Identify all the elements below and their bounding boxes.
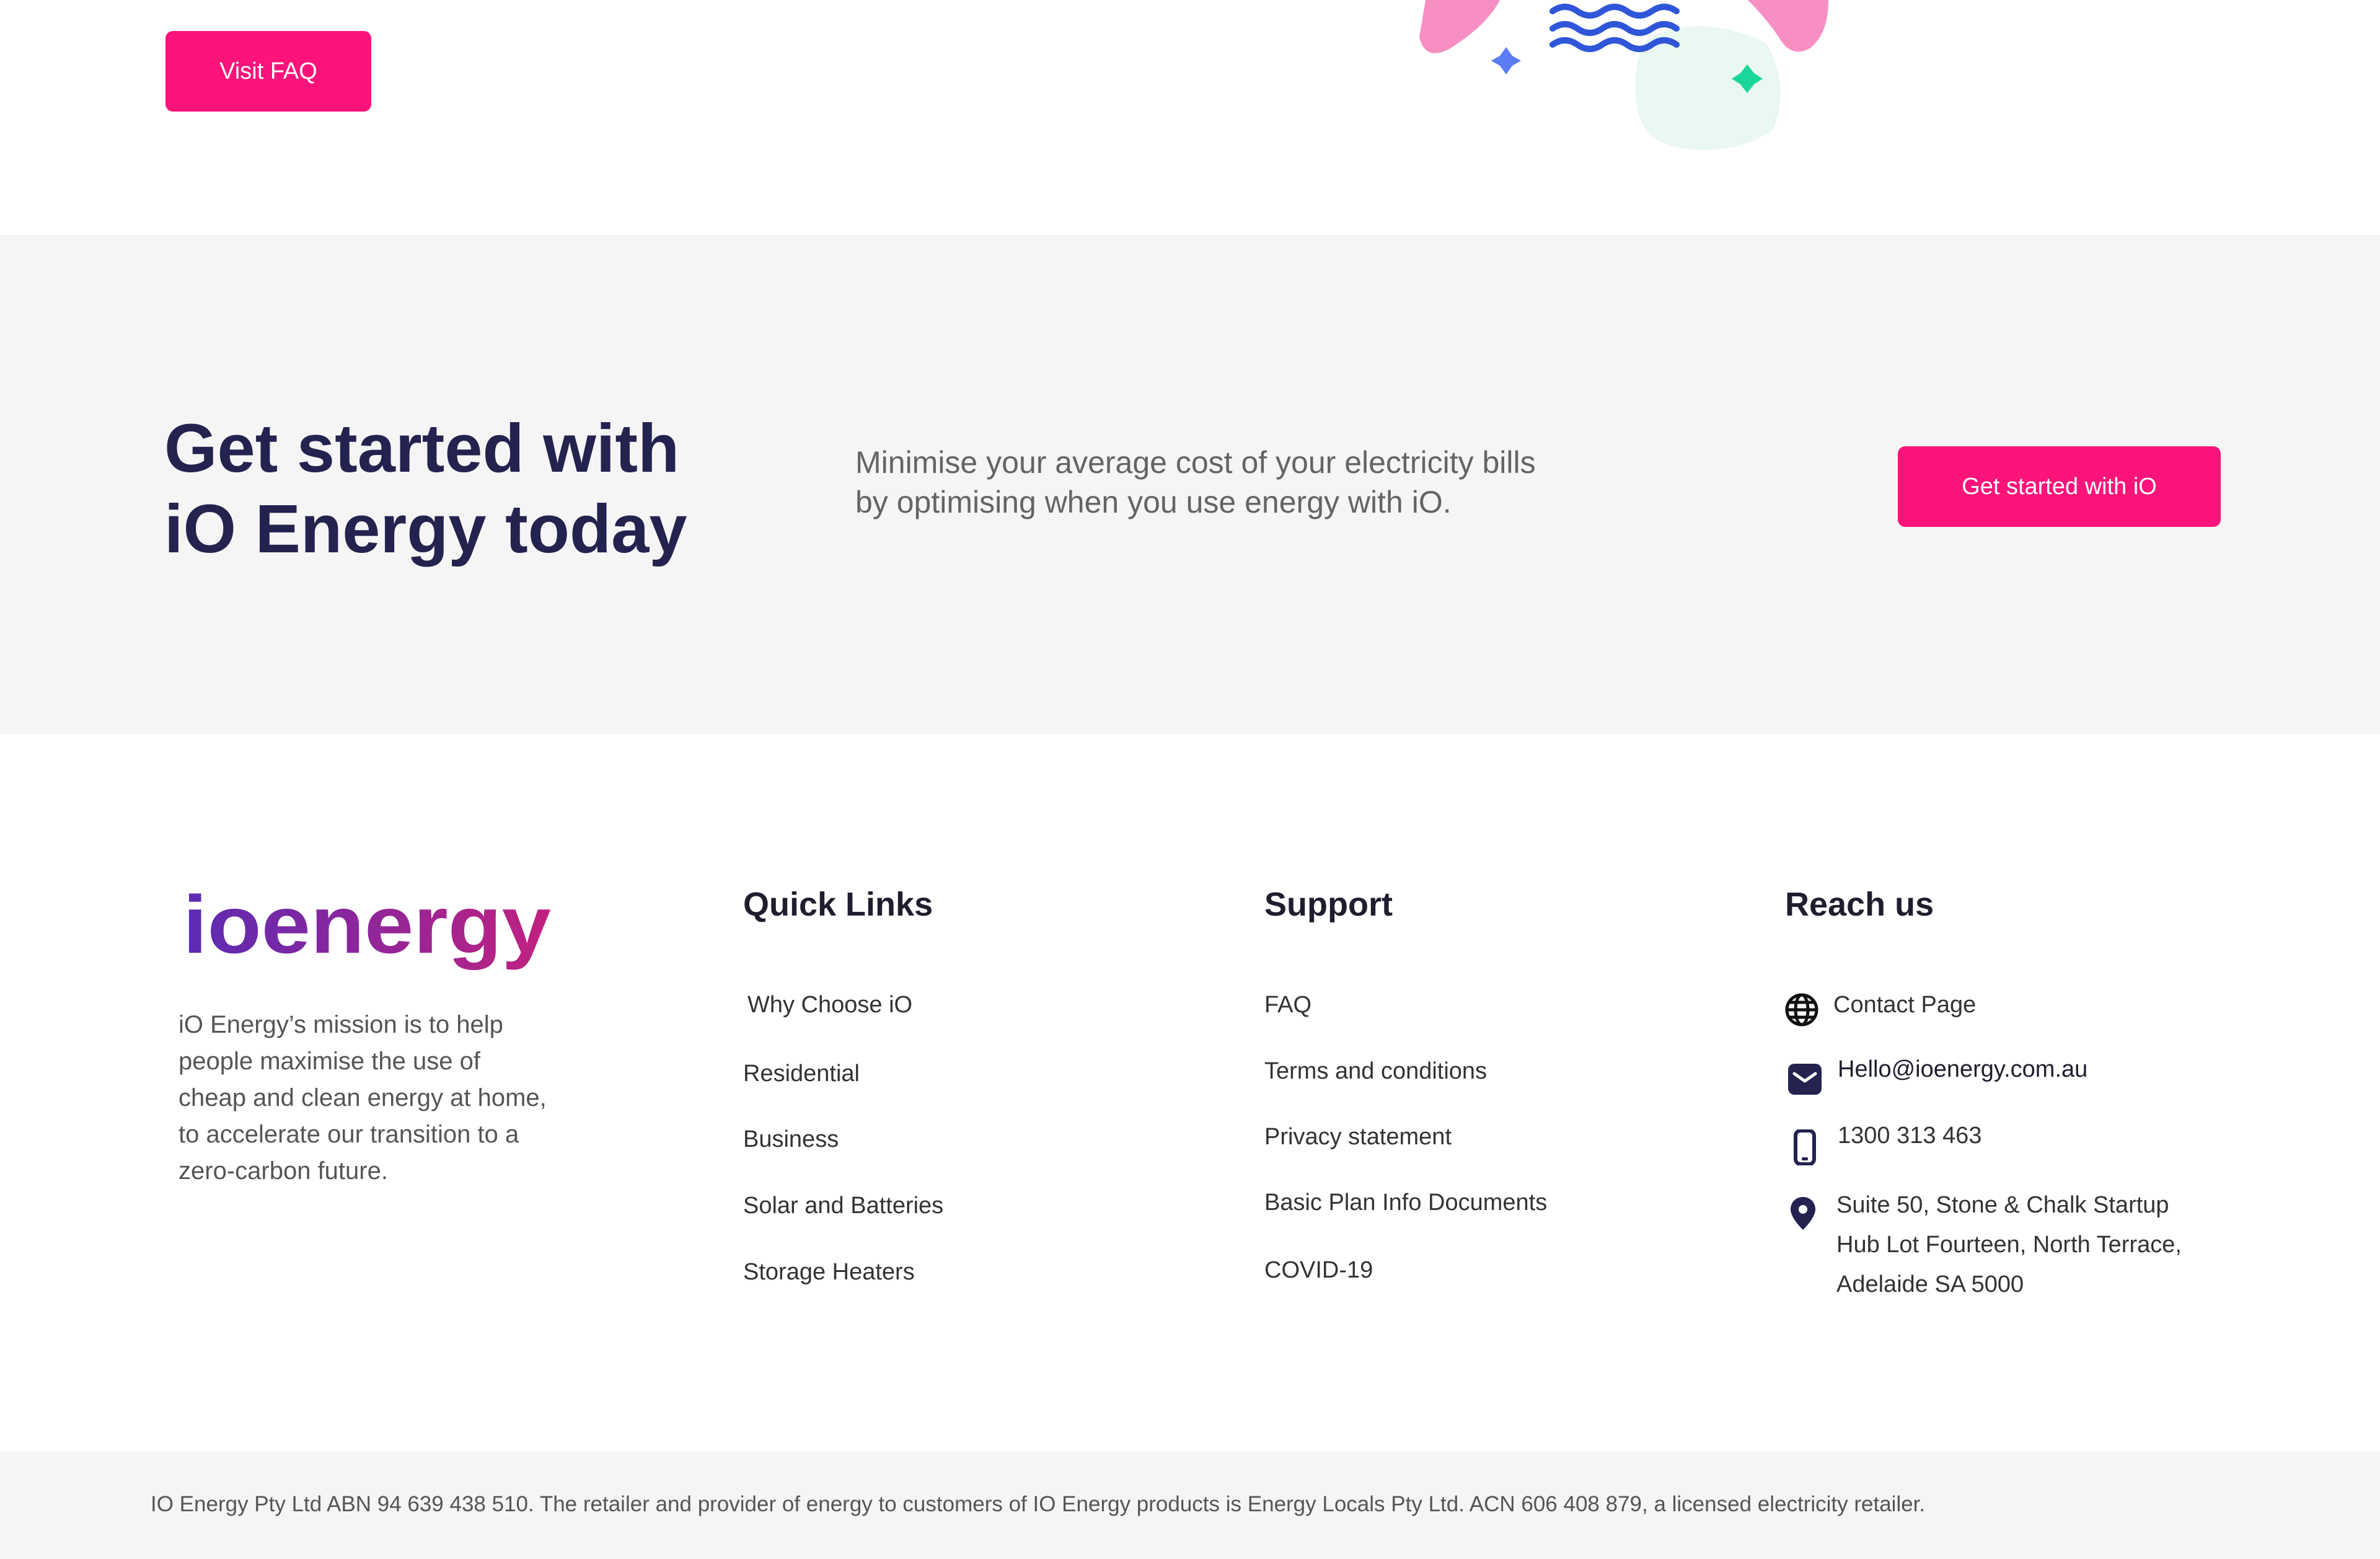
- mission-line: zero-carbon future.: [178, 1157, 388, 1185]
- banner-description: Minimise your average cost of your elect…: [855, 443, 1661, 522]
- footer-link-basic-plan-info[interactable]: Basic Plan Info Documents: [1264, 1190, 1547, 1216]
- wave-lines: [1549, 4, 1680, 52]
- phone-number-link[interactable]: 1300 313 463: [1838, 1123, 1981, 1149]
- footer-link-terms[interactable]: Terms and conditions: [1264, 1058, 1487, 1085]
- faq-section: Visit FAQ: [0, 0, 2380, 235]
- mission-line: to accelerate our transition to a: [178, 1121, 519, 1148]
- contact-page-link[interactable]: Contact Page: [1833, 992, 1976, 1018]
- decorative-illustration: [1419, 0, 1828, 150]
- globe-icon: [1785, 993, 1818, 1027]
- footer: ioenergy iO Energy’s mission is to help …: [0, 734, 2380, 1451]
- quick-links-heading: Quick Links: [743, 886, 933, 923]
- address-line: Suite 50, Stone & Chalk Startup: [1836, 1192, 2169, 1218]
- mission-line: cheap and clean energy at home,: [178, 1084, 547, 1111]
- phone-icon: [1794, 1129, 1816, 1165]
- footer-link-why-choose-io[interactable]: Why Choose iO: [747, 992, 912, 1018]
- address: Suite 50, Stone & Chalk Startup Hub Lot …: [1836, 1185, 2221, 1304]
- blue-sparkle: [1491, 47, 1521, 74]
- email-link[interactable]: Hello@ioenergy.com.au: [1838, 1056, 2087, 1083]
- mail-icon: [1788, 1064, 1822, 1095]
- get-started-button[interactable]: Get started with iO: [1898, 446, 2221, 527]
- mission-statement: iO Energy’s mission is to help people ma…: [178, 1007, 600, 1190]
- page: Visit FAQ Get started with iO Energy tod…: [0, 0, 2380, 1559]
- mission-line: iO Energy’s mission is to help: [178, 1011, 503, 1038]
- banner-description-line-2: by optimising when you use energy with i…: [855, 485, 1452, 519]
- legal-bar: IO Energy Pty Ltd ABN 94 639 438 510. Th…: [0, 1451, 2380, 1559]
- get-started-banner: Get started with iO Energy today Minimis…: [0, 235, 2380, 734]
- footer-link-privacy[interactable]: Privacy statement: [1264, 1124, 1452, 1150]
- visit-faq-button[interactable]: Visit FAQ: [165, 31, 371, 112]
- address-line: Adelaide SA 5000: [1836, 1271, 2024, 1297]
- address-line: Hub Lot Fourteen, North Terrace,: [1836, 1232, 2182, 1258]
- footer-link-solar-and-batteries[interactable]: Solar and Batteries: [743, 1193, 943, 1219]
- legal-text: IO Energy Pty Ltd ABN 94 639 438 510. Th…: [151, 1492, 1926, 1516]
- pink-blob-left: [1419, 0, 1500, 53]
- footer-link-storage-heaters[interactable]: Storage Heaters: [743, 1259, 915, 1286]
- footer-link-faq[interactable]: FAQ: [1264, 992, 1311, 1018]
- location-pin-icon: [1791, 1197, 1815, 1230]
- support-heading: Support: [1264, 886, 1393, 923]
- banner-heading: Get started with iO Energy today: [164, 409, 815, 570]
- banner-heading-line-1: Get started with: [164, 410, 680, 487]
- ioenergy-logo[interactable]: ioenergy: [183, 880, 567, 985]
- banner-description-line-1: Minimise your average cost of your elect…: [855, 445, 1536, 480]
- footer-link-covid-19[interactable]: COVID-19: [1264, 1257, 1373, 1284]
- footer-link-residential[interactable]: Residential: [743, 1061, 860, 1087]
- mission-line: people maximise the use of: [178, 1048, 480, 1075]
- logo-text: ioenergy: [183, 880, 551, 970]
- reach-us-heading: Reach us: [1785, 886, 1934, 923]
- banner-heading-line-2: iO Energy today: [164, 491, 687, 567]
- footer-link-business[interactable]: Business: [743, 1126, 839, 1153]
